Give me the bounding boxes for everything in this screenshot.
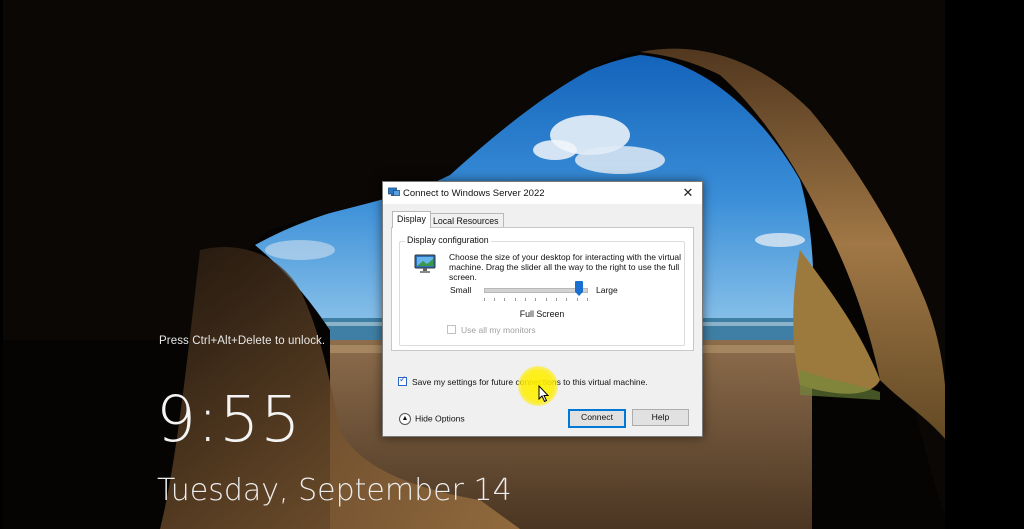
chevron-up-icon: ▲ <box>399 413 411 425</box>
remote-desktop-icon <box>388 187 400 196</box>
display-tab-panel: Display configuration Choose the size of… <box>391 227 694 351</box>
use-all-monitors-label: Use all my monitors <box>461 325 536 335</box>
display-configuration-group: Display configuration Choose the size of… <box>399 235 685 346</box>
help-button[interactable]: Help <box>632 409 689 426</box>
use-all-monitors-checkbox[interactable] <box>447 325 456 334</box>
clock-date: Tuesday, September 14 <box>157 473 512 508</box>
dialog-titlebar[interactable]: Connect to Windows Server 2022 ✕ <box>383 182 702 204</box>
resolution-slider-thumb[interactable] <box>575 281 583 296</box>
hide-options-button[interactable]: ▲ Hide Options <box>399 413 465 425</box>
connect-button[interactable]: Connect <box>568 409 626 428</box>
dialog-title: Connect to Windows Server 2022 <box>403 188 545 199</box>
lock-screen: Press Ctrl+Alt+Delete to unlock. 9:55 Tu… <box>0 0 1024 529</box>
mouse-cursor-icon <box>538 385 550 403</box>
display-description: Choose the size of your desktop for inte… <box>449 252 681 282</box>
clock-time: 9:55 <box>156 383 302 456</box>
unlock-hint: Press Ctrl+Alt+Delete to unlock. <box>159 335 326 347</box>
slider-max-label: Large <box>596 285 618 295</box>
hide-options-label: Hide Options <box>415 413 465 424</box>
monitor-icon <box>414 254 436 273</box>
close-icon[interactable]: ✕ <box>680 185 696 201</box>
slider-value-label: Full Screen <box>519 309 565 319</box>
slider-min-label: Small <box>450 285 472 295</box>
tab-display[interactable]: Display <box>392 211 431 228</box>
save-settings-checkbox[interactable] <box>398 375 407 386</box>
group-label: Display configuration <box>405 235 491 245</box>
resolution-slider-track[interactable] <box>484 288 588 293</box>
slider-ticks <box>484 298 588 301</box>
tab-local-resources[interactable]: Local Resources <box>428 213 504 228</box>
